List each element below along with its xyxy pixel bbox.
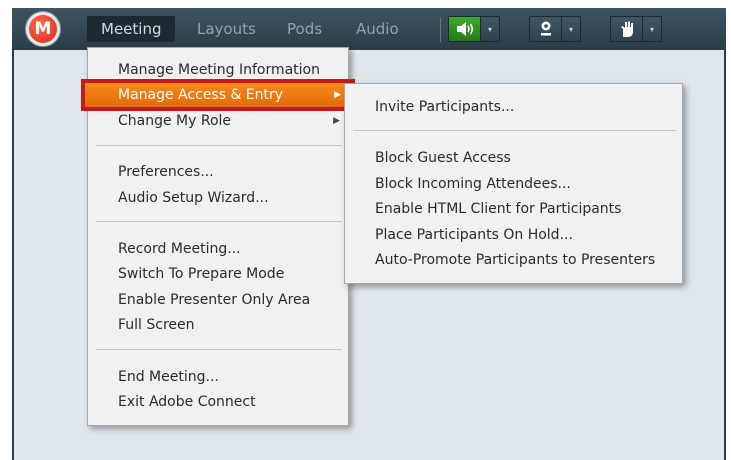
menu-item-manage-access-entry[interactable]: Manage Access & Entry ▶: [81, 79, 355, 111]
menu-bar: M Meeting Layouts Pods Audio ▾ ▾ ▾: [12, 8, 726, 50]
adobe-connect-logo[interactable]: M: [26, 12, 60, 46]
menu-item-switch-to-prepare-mode[interactable]: Switch To Prepare Mode: [88, 262, 348, 286]
menu-item-end-meeting[interactable]: End Meeting...: [88, 365, 348, 389]
meeting-menu: Manage Meeting Information Manage Access…: [81, 47, 355, 426]
menu-item-preferences[interactable]: Preferences...: [88, 160, 348, 184]
menu-item-audio-setup-wizard[interactable]: Audio Setup Wizard...: [88, 186, 348, 210]
status-button[interactable]: ▾: [610, 16, 662, 42]
menu-divider: [96, 145, 342, 146]
logo-icon: M: [29, 15, 57, 43]
submenu-arrow-icon: ▶: [334, 90, 341, 100]
menu-item-change-my-role[interactable]: Change My Role ▶: [88, 109, 348, 133]
toolbar-divider: [440, 18, 441, 42]
menu-item-enable-presenter-only-area[interactable]: Enable Presenter Only Area: [88, 288, 348, 312]
submenu-item-enable-html-client[interactable]: Enable HTML Client for Participants: [345, 197, 682, 221]
access-entry-submenu: Invite Participants... Block Guest Acces…: [344, 83, 683, 284]
menu-meeting[interactable]: Meeting: [87, 16, 176, 42]
menu-divider: [353, 130, 676, 131]
menu-layouts[interactable]: Layouts: [183, 16, 270, 42]
menu-divider: [96, 349, 342, 350]
webcam-icon: [530, 17, 562, 41]
submenu-item-invite-participants[interactable]: Invite Participants...: [345, 95, 682, 119]
status-dropdown-icon[interactable]: ▾: [642, 17, 661, 41]
menu-pods[interactable]: Pods: [273, 16, 336, 42]
submenu-item-place-participants-on-hold[interactable]: Place Participants On Hold...: [345, 223, 682, 247]
webcam-dropdown-icon[interactable]: ▾: [561, 17, 580, 41]
menu-item-exit-adobe-connect[interactable]: Exit Adobe Connect: [88, 390, 348, 414]
submenu-arrow-icon: ▶: [333, 116, 340, 126]
submenu-item-block-guest-access[interactable]: Block Guest Access: [345, 146, 682, 170]
webcam-button[interactable]: ▾: [529, 16, 581, 42]
audio-dropdown-icon[interactable]: ▾: [480, 17, 499, 41]
menu-divider: [96, 221, 342, 222]
audio-button[interactable]: ▾: [448, 16, 500, 42]
menu-item-manage-meeting-information[interactable]: Manage Meeting Information: [88, 58, 348, 82]
submenu-item-block-incoming-attendees[interactable]: Block Incoming Attendees...: [345, 172, 682, 196]
menu-audio[interactable]: Audio: [342, 16, 413, 42]
menu-item-full-screen[interactable]: Full Screen: [88, 313, 348, 337]
submenu-item-auto-promote-participants[interactable]: Auto-Promote Participants to Presenters: [345, 248, 682, 272]
menu-item-record-meeting[interactable]: Record Meeting...: [88, 237, 348, 261]
raise-hand-icon: [611, 17, 643, 41]
speaker-icon: [449, 17, 481, 41]
